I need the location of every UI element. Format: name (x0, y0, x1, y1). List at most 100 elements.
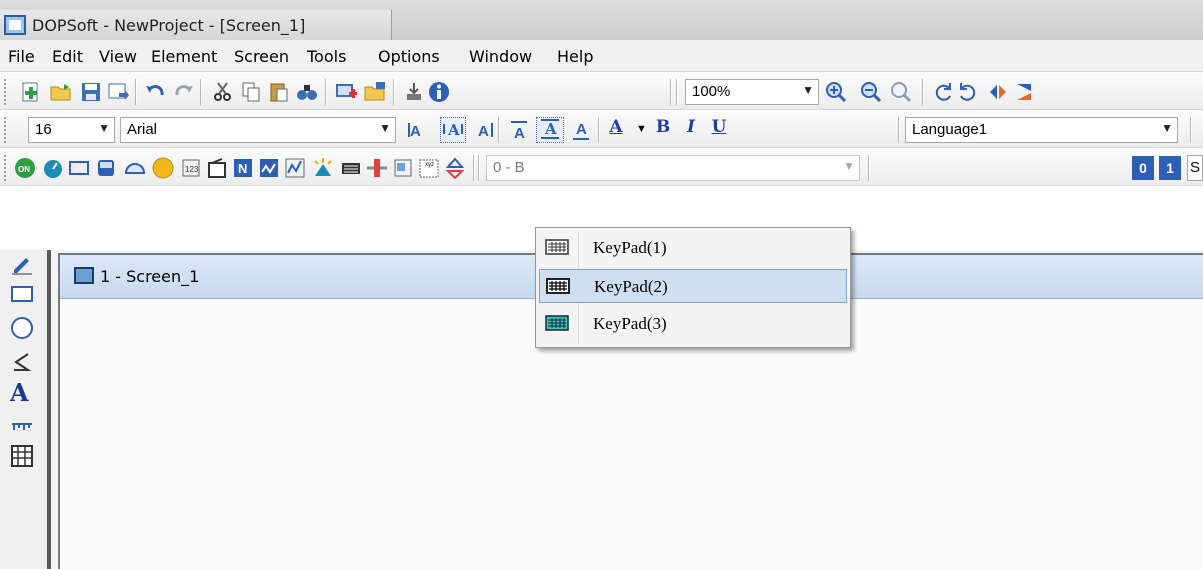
toolbar-grip[interactable] (4, 155, 8, 181)
align-bottom-icon[interactable]: A (570, 119, 592, 141)
text-color-button[interactable]: A (603, 117, 629, 143)
menu-screen[interactable]: Screen (234, 47, 289, 66)
circle-tool-icon[interactable] (10, 316, 34, 340)
toolbar-separator (922, 79, 924, 105)
font-size-value: 16 (35, 121, 52, 138)
cut-icon[interactable] (212, 81, 234, 103)
button-on-icon[interactable]: ON (14, 157, 36, 179)
font-name-combo[interactable]: Arial ▼ (120, 117, 396, 143)
extra-combo[interactable]: S (1187, 155, 1203, 181)
redo-icon[interactable] (172, 81, 194, 103)
rotate-cw-icon[interactable] (932, 81, 954, 103)
window-title: DOPSoft - NewProject - [Screen_1] (32, 16, 306, 35)
toolbar-grip[interactable] (4, 79, 8, 105)
numeric-input-icon[interactable]: 123 (180, 157, 202, 179)
menu-window[interactable]: Window (469, 47, 532, 66)
paste-icon[interactable] (268, 81, 290, 103)
about-icon[interactable] (428, 81, 450, 103)
xyz-frame-icon[interactable]: xyz (418, 157, 440, 179)
copy-icon[interactable] (240, 81, 262, 103)
download-icon[interactable] (403, 81, 425, 103)
undo-icon[interactable] (145, 81, 167, 103)
menu-help[interactable]: Help (557, 47, 593, 66)
numeric-display-icon[interactable]: N (232, 157, 254, 179)
menu-item-label: KeyPad(3) (593, 314, 667, 333)
table-tool-icon[interactable] (10, 444, 34, 468)
scale-tool-icon[interactable] (10, 416, 34, 440)
bit-off-button[interactable]: 0 (1132, 156, 1154, 180)
flip-horizontal-icon[interactable] (987, 81, 1009, 103)
save-as-icon[interactable] (107, 81, 129, 103)
chevron-down-icon[interactable]: ▼ (636, 123, 647, 135)
rotate-ccw-icon[interactable] (957, 81, 979, 103)
menu-element[interactable]: Element (151, 47, 217, 66)
slider-icon[interactable] (366, 157, 388, 179)
toolbar-separator (325, 79, 327, 105)
trend-graph-icon[interactable] (258, 157, 280, 179)
keypad-3-icon (545, 315, 569, 331)
align-right-icon[interactable]: A (472, 119, 494, 141)
rectangle-tool-icon[interactable] (10, 282, 34, 306)
find-icon[interactable] (296, 81, 318, 103)
zoom-fit-icon[interactable] (890, 81, 912, 103)
lamp-icon[interactable] (152, 157, 174, 179)
screen-title: 1 - Screen_1 (100, 267, 200, 286)
svg-text:A: A (514, 125, 525, 141)
svg-text:A: A (410, 123, 421, 140)
toolbar-grip[interactable] (4, 117, 8, 143)
toolbar-separator (868, 155, 870, 181)
menu-view[interactable]: View (99, 47, 137, 66)
text-tool-icon[interactable]: A (10, 378, 34, 407)
language-value: Language1 (912, 121, 988, 138)
bit-on-button[interactable]: 1 (1159, 156, 1181, 180)
meter-icon[interactable] (42, 157, 64, 179)
new-screen-icon[interactable] (335, 81, 357, 103)
save-icon[interactable] (80, 81, 102, 103)
keypad-icon[interactable] (340, 157, 362, 179)
message-display-icon[interactable] (206, 157, 228, 179)
align-middle-button[interactable]: A (536, 117, 564, 143)
menu-file[interactable]: File (8, 47, 35, 66)
language-combo[interactable]: Language1 ▼ (905, 117, 1178, 143)
menu-options[interactable]: Options (378, 47, 440, 66)
font-size-combo[interactable]: 16 ▼ (28, 117, 115, 143)
title-tab: DOPSoft - NewProject - [Screen_1] (0, 10, 392, 40)
menu-item-keypad-2[interactable]: KeyPad(2) (539, 269, 847, 303)
list-icon[interactable] (392, 157, 414, 179)
address-combo[interactable]: 0 - B ▼ (486, 155, 860, 181)
alarm-icon[interactable] (312, 157, 334, 179)
menu-edit[interactable]: Edit (52, 47, 83, 66)
multi-state-icon[interactable] (444, 157, 466, 179)
standard-toolbar: 100% ▼ (0, 73, 1203, 110)
svg-text:A: A (478, 123, 489, 140)
toolbar-separator (670, 79, 672, 105)
zoom-combo[interactable]: 100% ▼ (685, 79, 819, 105)
menu-item-label: KeyPad(1) (593, 238, 667, 257)
open-folder-icon[interactable] (50, 81, 72, 103)
underline-button[interactable]: U (708, 117, 730, 143)
keypad-2-icon (546, 278, 570, 294)
polyline-tool-icon[interactable] (10, 350, 34, 374)
svg-text:xyz: xyz (425, 162, 434, 168)
element-toolbar: ON 123 N xyz 0 - B ▼ 0 1 S (0, 149, 1203, 186)
align-center-button[interactable]: A (440, 117, 466, 143)
chevron-down-icon: ▼ (379, 121, 391, 135)
xy-chart-icon[interactable] (284, 157, 306, 179)
bold-button[interactable]: B (652, 117, 674, 143)
bar-icon[interactable] (95, 157, 117, 179)
new-file-icon[interactable] (20, 81, 42, 103)
align-left-icon[interactable]: A (408, 119, 430, 141)
flip-vertical-icon[interactable] (1013, 81, 1035, 103)
gauge-icon[interactable] (124, 157, 146, 179)
menu-item-keypad-3[interactable]: KeyPad(3) (539, 307, 847, 341)
rectangle-icon[interactable] (68, 157, 90, 179)
italic-button[interactable]: I (680, 117, 702, 143)
align-top-icon[interactable]: A (508, 119, 530, 141)
open-screen-icon[interactable] (364, 81, 386, 103)
menu-item-keypad-1[interactable]: KeyPad(1) (539, 231, 847, 265)
svg-text:ON: ON (18, 165, 30, 174)
zoom-out-icon[interactable] (860, 81, 882, 103)
pencil-icon[interactable] (10, 252, 34, 276)
zoom-in-icon[interactable] (825, 81, 847, 103)
menu-tools[interactable]: Tools (307, 47, 346, 66)
